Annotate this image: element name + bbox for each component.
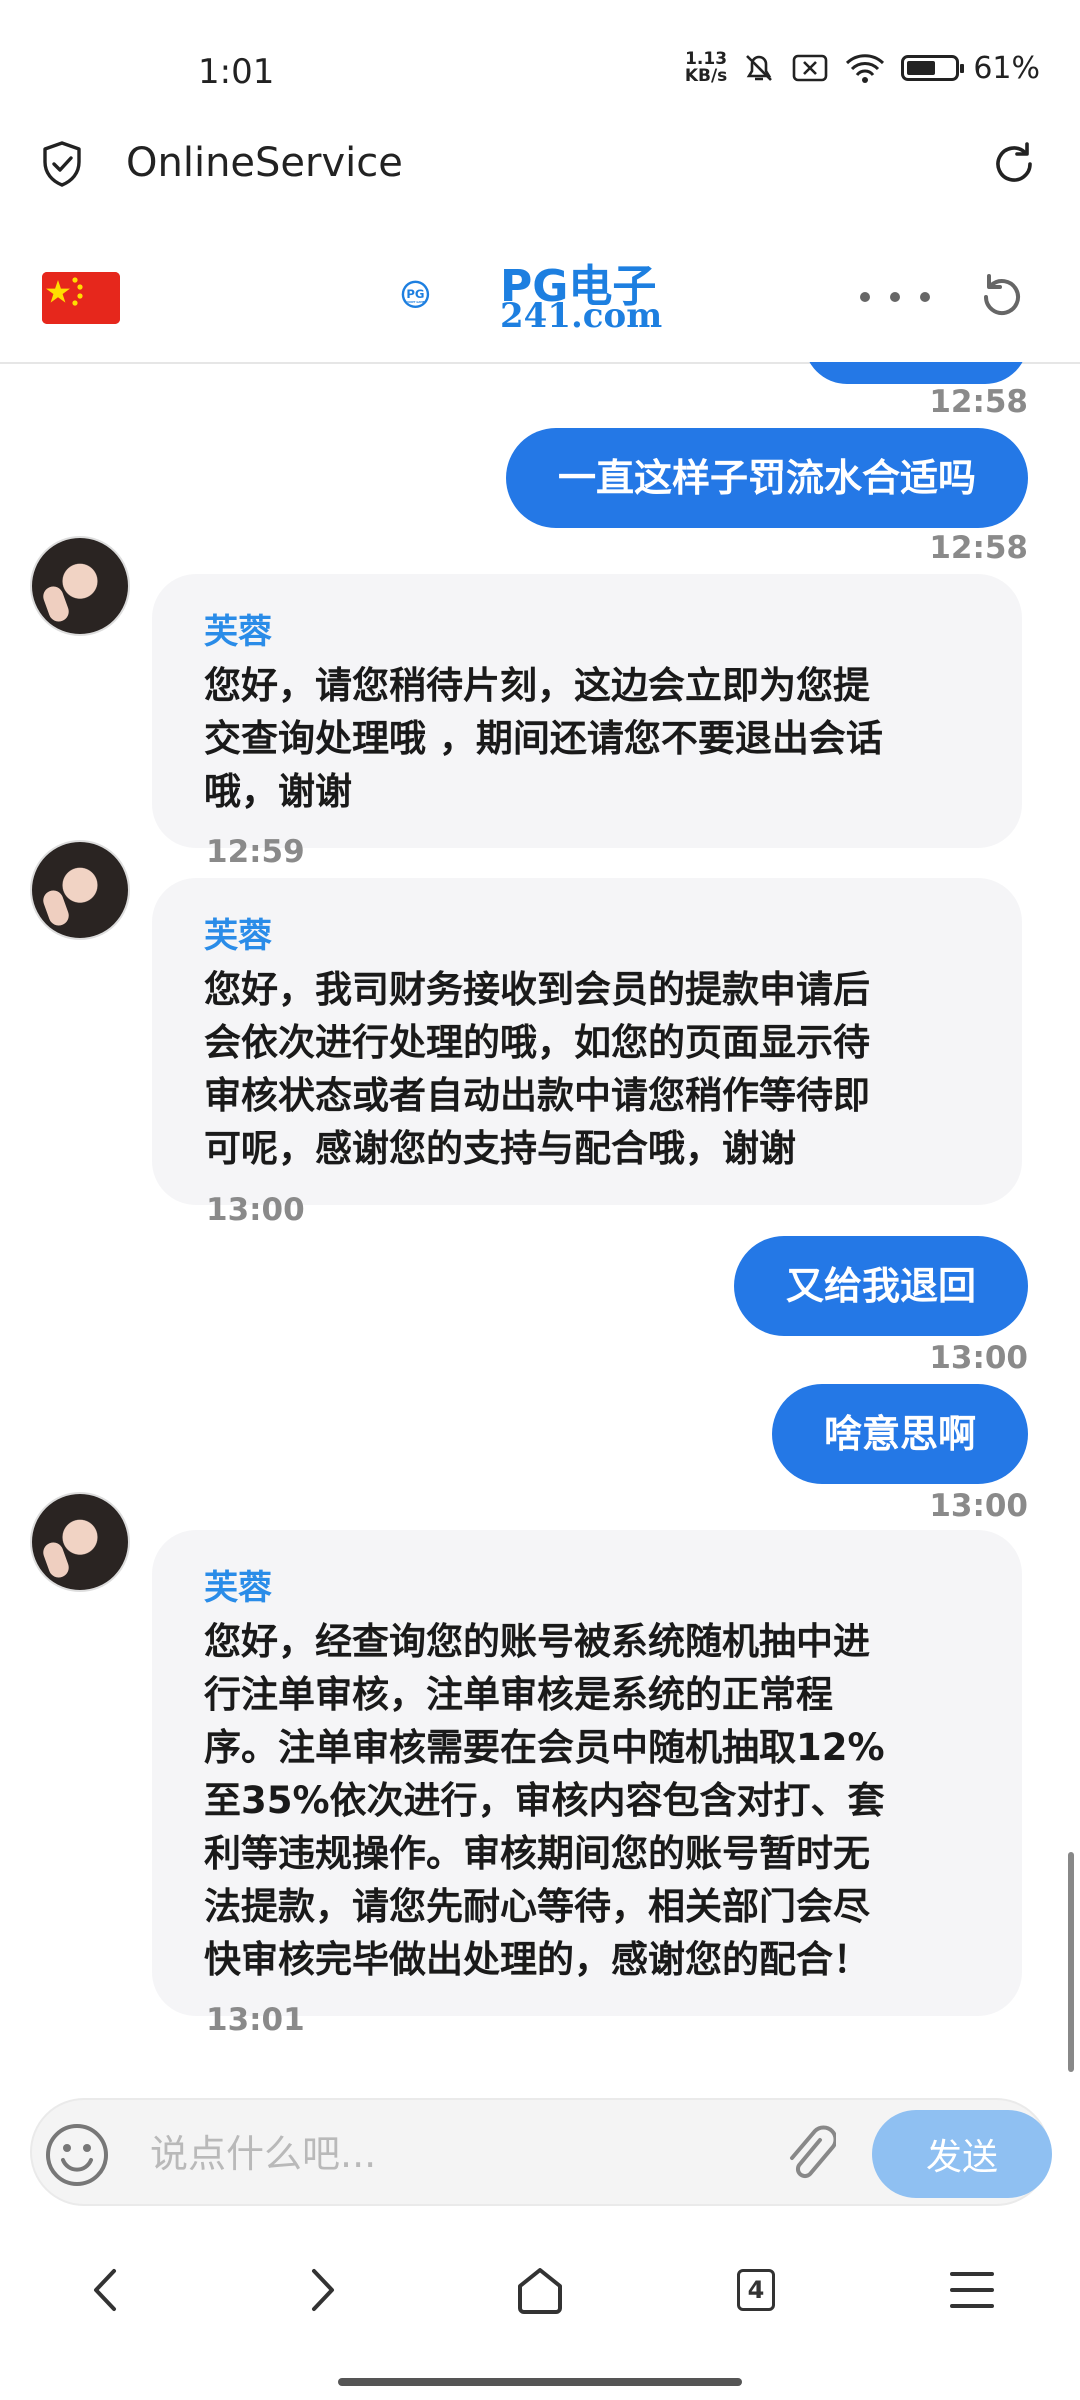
paperclip-icon[interactable]: [782, 2122, 836, 2186]
mute-bell-icon: [746, 55, 773, 81]
refresh-icon[interactable]: [974, 270, 1028, 324]
message-time: 13:00: [929, 1340, 1028, 1376]
home-indicator: [338, 2378, 742, 2386]
message-time: 13:00: [206, 1192, 305, 1228]
agent-avatar: [30, 1492, 130, 1592]
chat-messages[interactable]: 12:58 一直这样子罚流水合适吗 12:58 芙蓉 您好，请您稍待片刻，这边会…: [0, 362, 1080, 2082]
message-text: 您好，经查询您的账号被系统随机抽中进 行注单审核，注单审核是系统的正常程 序。注…: [204, 1620, 885, 1981]
home-button[interactable]: [510, 2260, 570, 2320]
message-input[interactable]: [148, 2118, 752, 2190]
send-button[interactable]: 发送: [872, 2110, 1052, 2198]
message-time: 13:01: [206, 2002, 305, 2038]
back-button[interactable]: [76, 2260, 136, 2320]
page-title[interactable]: OnlineService: [126, 140, 403, 186]
china-flag-icon[interactable]: [42, 272, 120, 324]
sender-name: 芙蓉: [204, 612, 272, 652]
chat-scrollbar[interactable]: [1068, 1852, 1074, 2072]
forward-button[interactable]: [292, 2260, 352, 2320]
more-options-icon[interactable]: [860, 282, 930, 312]
partial-message-bubble: [804, 362, 1028, 384]
status-icons: 1.13 KB/s 61%: [685, 50, 1040, 86]
message-time: 12:58: [929, 384, 1028, 420]
menu-button[interactable]: [942, 2260, 1002, 2320]
pg-logo: PG POCKET GAMES: [401, 280, 430, 309]
battery-percent: 61%: [973, 50, 1040, 86]
logo-badge-sub: POCKET GAMES: [405, 301, 426, 304]
network-speed: 1.13 KB/s: [684, 49, 728, 86]
logo-text-bottom: 241.com: [500, 296, 663, 336]
status-time: 1:01: [198, 52, 275, 92]
agent-message-bubble: 芙蓉 您好，我司财务接收到会员的提款申请后 会依次进行处理的哦，如您的页面显示待…: [152, 878, 1022, 1205]
message-text: 您好，我司财务接收到会员的提款申请后 会依次进行处理的哦，如您的页面显示待 审核…: [204, 968, 870, 1170]
agent-avatar: [30, 840, 130, 940]
status-bar: 1:01 1.13 KB/s 61%: [0, 0, 1080, 120]
agent-avatar: [30, 536, 130, 636]
user-message-bubble: 啥意思啊: [771, 1384, 1028, 1484]
agent-message-bubble: 芙蓉 您好，请您稍待片刻，这边会立即为您提 交查询处理哦 ，期间还请您不要退出会…: [152, 574, 1022, 848]
agent-message-bubble: 芙蓉 您好，经查询您的账号被系统随机抽中进 行注单审核，注单审核是系统的正常程 …: [152, 1530, 1022, 2016]
message-time: 12:58: [929, 530, 1028, 566]
user-message-bubble: 一直这样子罚流水合适吗: [505, 428, 1028, 528]
user-message-bubble: 又给我退回: [733, 1236, 1028, 1336]
battery-icon: [901, 55, 965, 81]
chevron-left-icon: [94, 2269, 116, 2311]
message-time: 12:59: [206, 834, 305, 870]
wifi-icon: [846, 54, 885, 83]
logo-badge-text: PG: [406, 287, 424, 301]
message-time: 13:00: [929, 1488, 1028, 1524]
battery-level: [907, 61, 936, 75]
reload-icon[interactable]: [990, 140, 1038, 188]
home-icon: [518, 2268, 562, 2314]
hamburger-menu-icon: [950, 2272, 994, 2308]
message-text: 您好，请您稍待片刻，这边会立即为您提 交查询处理哦 ，期间还请您不要退出会话 哦…: [204, 664, 883, 813]
sender-name: 芙蓉: [204, 1568, 272, 1608]
shield-check-icon[interactable]: [40, 140, 84, 188]
tabs-button[interactable]: 4: [726, 2260, 786, 2320]
sim-off-icon: [793, 54, 828, 82]
emoji-icon[interactable]: [44, 2122, 110, 2188]
tabs-count-icon: 4: [737, 2269, 775, 2311]
chevron-right-icon: [312, 2269, 334, 2311]
sender-name: 芙蓉: [204, 916, 272, 956]
